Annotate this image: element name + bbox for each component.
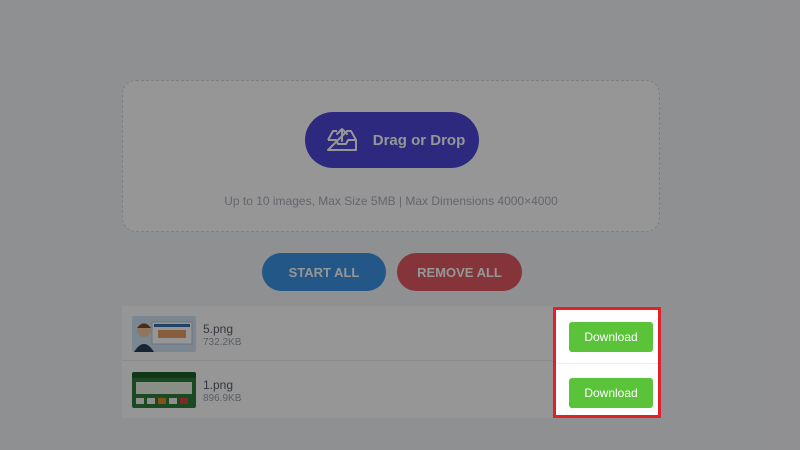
- download-button[interactable]: Download: [569, 378, 653, 408]
- bulk-actions: START ALL REMOVE ALL: [0, 253, 800, 293]
- upload-limits-text: Up to 10 images, Max Size 5MB | Max Dime…: [224, 194, 558, 208]
- upload-dropzone[interactable]: Drag or Drop Up to 10 images, Max Size 5…: [122, 80, 660, 232]
- download-buttons-highlight: Download Download: [553, 307, 661, 418]
- file-name: 1.png: [203, 378, 234, 392]
- file-size: 896.9KB: [203, 393, 242, 404]
- file-name: 5.png: [203, 322, 234, 336]
- drag-or-drop-button[interactable]: Drag or Drop: [305, 112, 479, 168]
- download-row: Download: [556, 365, 658, 415]
- remove-all-button[interactable]: REMOVE ALL: [397, 253, 522, 291]
- upload-tray-icon: [325, 127, 359, 153]
- drag-or-drop-label: Drag or Drop: [372, 131, 466, 149]
- file-thumbnail: [132, 316, 196, 352]
- start-all-button[interactable]: START ALL: [262, 253, 386, 291]
- download-button[interactable]: Download: [569, 322, 653, 352]
- download-row: Download: [556, 310, 658, 364]
- file-size: 732.2KB: [203, 337, 242, 348]
- download-column: Download Download: [556, 310, 658, 415]
- highlight-inner: Download Download: [556, 310, 658, 415]
- page: Drag or Drop Up to 10 images, Max Size 5…: [0, 0, 800, 450]
- file-thumbnail: [132, 372, 196, 408]
